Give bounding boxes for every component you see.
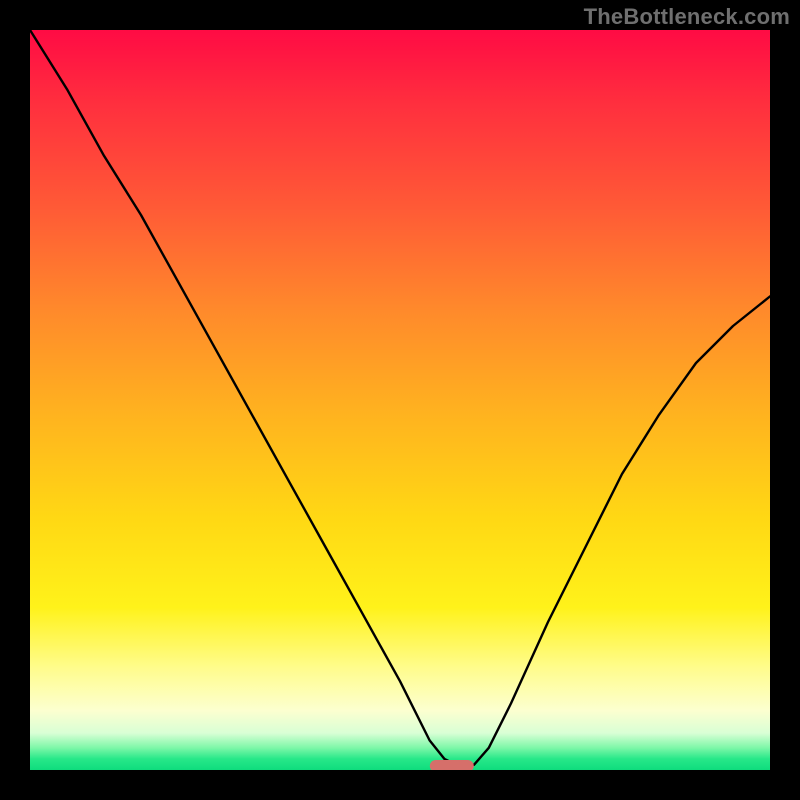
- plot-area: [30, 30, 770, 770]
- chart-stage: TheBottleneck.com: [0, 0, 800, 800]
- chart-svg: [30, 30, 770, 770]
- watermark-text: TheBottleneck.com: [584, 4, 790, 30]
- bottleneck-curve-line: [30, 30, 770, 766]
